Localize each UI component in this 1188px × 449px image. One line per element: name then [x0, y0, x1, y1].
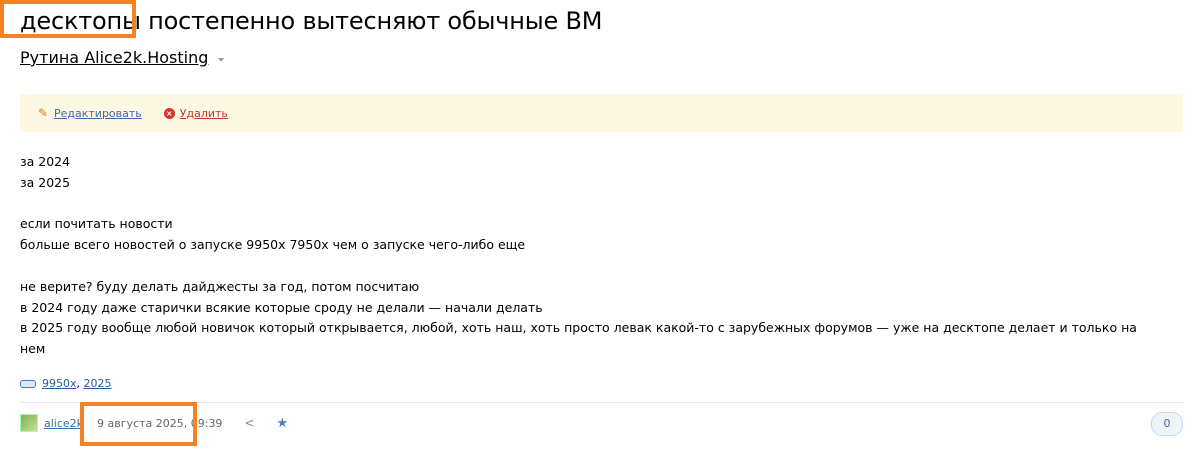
avatar[interactable] [20, 414, 38, 432]
post-title: десктопы постепенно вытесняют обычные ВМ [20, 7, 603, 35]
content-line: в 2025 году вообще любой новичок который… [20, 320, 1137, 336]
post-tags: 9950x , 2025 [20, 377, 112, 390]
content-line: за 2024 [20, 154, 71, 169]
share-icon[interactable]: < [244, 416, 254, 430]
vote-count-badge[interactable]: 0 [1151, 412, 1183, 436]
delete-action[interactable]: × Удалить [163, 107, 228, 120]
x-circle-icon: × [163, 107, 175, 119]
delete-link[interactable]: Удалить [180, 107, 228, 120]
divider [20, 402, 1183, 403]
content-line: нем [20, 341, 46, 357]
blog-link[interactable]: Рутина Alice2k.Hosting [20, 48, 208, 67]
blog-selector[interactable]: Рутина Alice2k.Hosting [20, 48, 225, 67]
tag-separator: , [76, 377, 84, 390]
author-link[interactable]: alice2k [44, 417, 83, 430]
pencil-icon: ✎ [38, 105, 49, 120]
post-footer: alice2k 9 августа 2025, 09:39 < ★ [20, 414, 288, 432]
tag-link[interactable]: 9950x [42, 377, 77, 390]
content-line: не верите? буду делать дайджесты за год,… [20, 278, 420, 294]
chevron-down-icon[interactable] [218, 57, 225, 62]
post-content: за 2024 за 2025 если почитать новости бо… [20, 152, 1180, 360]
post-actions-bar: ✎ Редактировать × Удалить [20, 94, 1183, 132]
content-line: больше всего новостей о запуске 9950x 79… [20, 237, 526, 253]
edit-link[interactable]: Редактировать [54, 107, 142, 120]
post-datetime: 9 августа 2025, 09:39 [97, 416, 223, 430]
content-line: если почитать новости [20, 216, 173, 232]
edit-action[interactable]: ✎ Редактировать [38, 107, 142, 120]
tag-link[interactable]: 2025 [84, 377, 112, 390]
star-icon[interactable]: ★ [277, 416, 289, 431]
content-line: в 2024 году даже старички всякие которые… [20, 299, 543, 315]
content-line: за 2025 [20, 174, 71, 190]
tag-icon [20, 379, 36, 388]
